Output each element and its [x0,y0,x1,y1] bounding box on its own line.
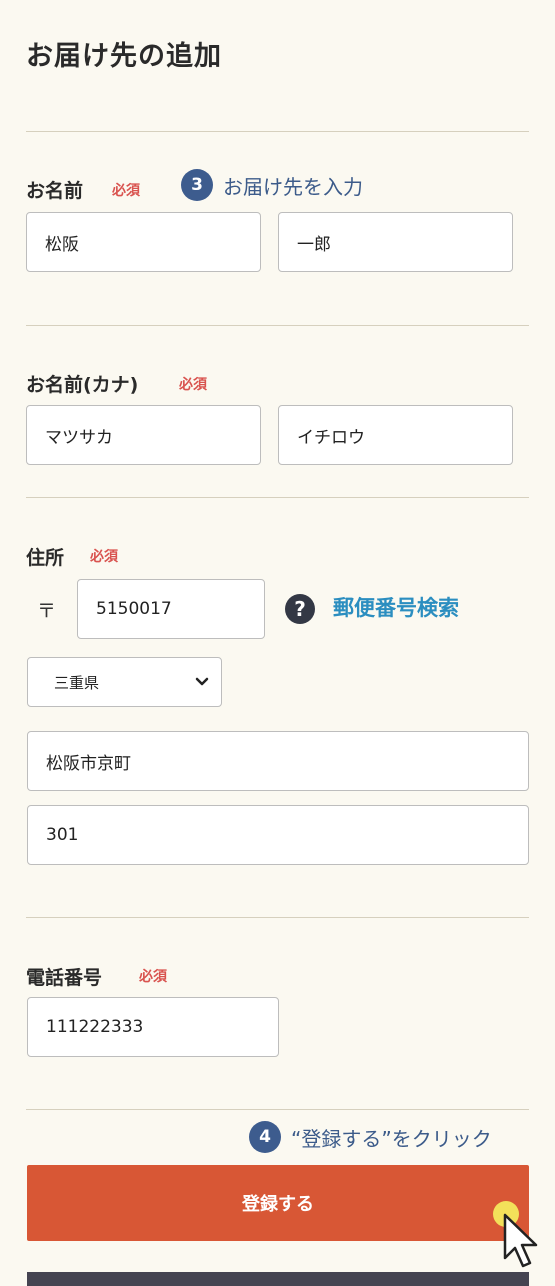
divider [26,497,529,498]
divider [26,917,529,918]
prefecture-value: 三重県 [54,673,100,692]
chevron-down-icon [195,677,209,686]
address2-input[interactable]: 301 [27,805,529,865]
step4-number: 4 [249,1121,281,1153]
phone-input[interactable]: 111222333 [27,997,279,1057]
kana-label: お名前(カナ) [26,374,139,396]
first-kana-input[interactable]: イチロウ [278,405,513,465]
question-circle-icon[interactable]: ? [285,594,315,624]
address-label: 住所 [26,547,65,569]
register-button[interactable]: 登録する [27,1165,529,1241]
postal-search-link[interactable]: 郵便番号検索 [333,592,459,622]
step3-annotation: 3 お届け先を入力 [181,169,363,201]
pointer-cursor-icon [503,1213,538,1268]
prefecture-select[interactable]: 三重県 [27,657,222,707]
phone-label: 電話番号 [26,967,103,989]
postal-code-input[interactable]: 5150017 [77,579,265,639]
step4-annotation: 4 “登録する”をクリック [249,1121,492,1153]
last-name-input[interactable]: 松阪 [26,212,261,272]
step3-number: 3 [181,169,213,201]
name-required-badge: 必須 [112,183,140,199]
city-input[interactable]: 松阪市京町 [27,731,529,791]
bottom-button-edge [27,1272,529,1286]
first-name-input[interactable]: 一郎 [278,212,513,272]
last-kana-input[interactable]: マツサカ [26,405,261,465]
divider [26,1109,529,1110]
kana-required-badge: 必須 [179,377,207,393]
phone-required-badge: 必須 [139,969,167,985]
postal-mark: 〒 [37,600,57,622]
page-title: お届け先の追加 [26,41,222,72]
divider [26,131,529,132]
step3-text: お届け先を入力 [223,174,363,199]
address-required-badge: 必須 [90,549,118,565]
name-label: お名前 [26,180,84,202]
divider [26,325,529,326]
step4-text: “登録する”をクリック [291,1126,492,1151]
